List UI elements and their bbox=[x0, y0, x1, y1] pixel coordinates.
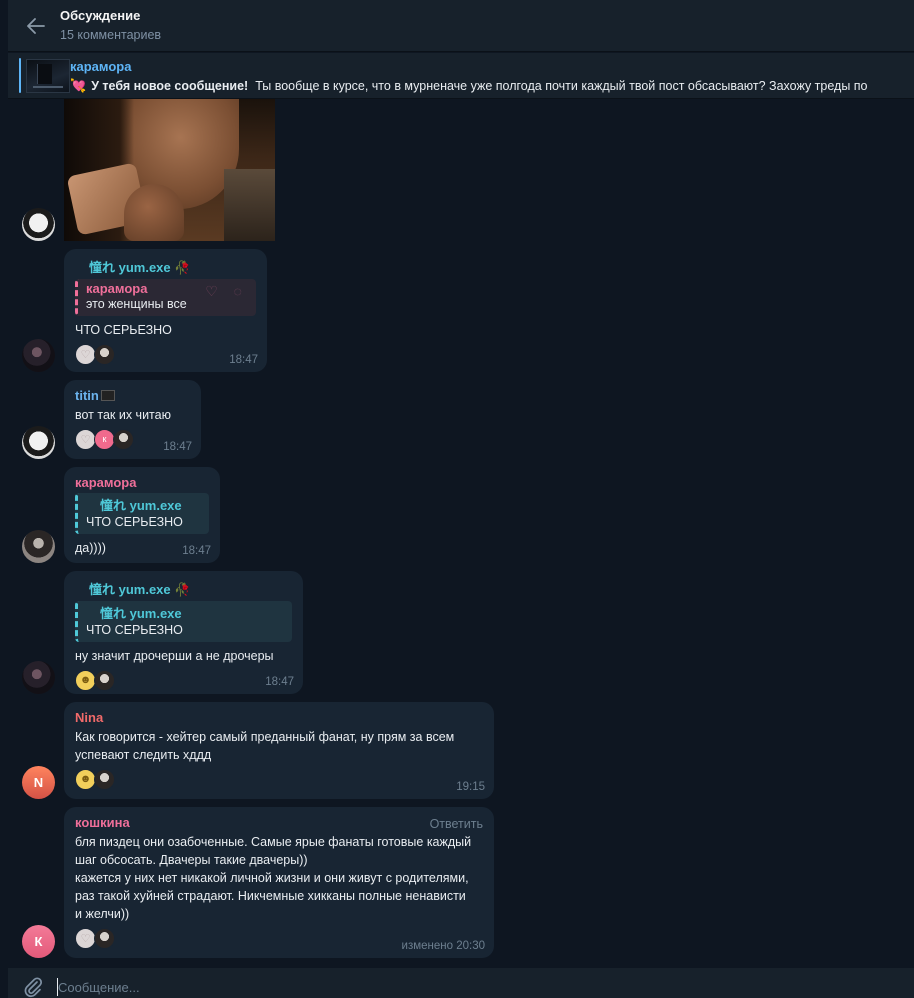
avatar[interactable] bbox=[22, 339, 55, 372]
reply-button[interactable]: Ответить bbox=[430, 817, 483, 831]
avatar[interactable] bbox=[22, 426, 55, 459]
reply-quote[interactable]: карамора это женщины все ♡ ◌ bbox=[75, 279, 256, 316]
quote-author: 憧れ yum.exe bbox=[100, 606, 182, 621]
timestamp: изменено 20:30 bbox=[401, 940, 485, 952]
reactions: ☻ bbox=[75, 768, 483, 790]
avatar[interactable]: N bbox=[22, 766, 55, 799]
message-composer bbox=[8, 968, 914, 998]
sender-name[interactable]: 憧れ yum.exe 🥀 bbox=[75, 579, 292, 598]
back-button[interactable] bbox=[22, 12, 50, 40]
pinned-author: карамора bbox=[70, 59, 132, 74]
heart-reaction-icon[interactable]: ♡ bbox=[75, 927, 96, 949]
avatar[interactable] bbox=[22, 530, 55, 563]
reply-quote[interactable]: 憧れ yum.exe ЧТО СЕРЬЕЗНО bbox=[75, 493, 209, 534]
heart-reaction-icon[interactable]: ♡ bbox=[75, 428, 96, 450]
pinned-thumbnail bbox=[26, 59, 70, 93]
heart-icon: 💘 bbox=[70, 78, 87, 93]
timestamp: 19:15 bbox=[456, 781, 485, 793]
avatar[interactable]: К bbox=[22, 925, 55, 958]
sender-name[interactable]: кошкина bbox=[75, 815, 483, 830]
pinned-bold-text: У тебя новое сообщение! bbox=[91, 79, 249, 93]
avatar[interactable] bbox=[22, 208, 55, 241]
avatar-reaction-icon[interactable] bbox=[94, 768, 115, 790]
flag-icon bbox=[100, 390, 115, 401]
message-bubble: titin вот так их читаю ♡ к 18:47 bbox=[64, 380, 201, 459]
chat-header: Обсуждение 15 комментариев bbox=[8, 0, 914, 52]
pattern-decoration: ♡ ◌ bbox=[205, 283, 248, 299]
photo-message[interactable] bbox=[64, 99, 275, 241]
flower-icon: 🥀 bbox=[174, 260, 191, 275]
reply-quote[interactable]: 憧れ yum.exe ЧТО СЕРЬЕЗНО bbox=[75, 601, 292, 642]
flower-icon: 🥀 bbox=[174, 582, 191, 597]
page-title: Обсуждение bbox=[60, 8, 141, 23]
quote-author: 憧れ yum.exe bbox=[100, 498, 182, 513]
message-text: ну значит дрочерши а не дрочеры bbox=[75, 649, 274, 663]
avatar[interactable] bbox=[22, 661, 55, 694]
sender-name[interactable]: 憧れ yum.exe 🥀 bbox=[75, 257, 256, 276]
pinned-post[interactable]: карамора 💘 У тебя новое сообщение! Ты воо… bbox=[8, 53, 914, 99]
message-text: ЧТО СЕРЬЕЗНО bbox=[75, 323, 172, 337]
avatar-reaction-icon[interactable] bbox=[94, 669, 115, 691]
message-bubble: 憧れ yum.exe 🥀 карамора это женщины все ♡ … bbox=[64, 249, 267, 372]
reactions: ☻ bbox=[75, 669, 292, 691]
quote-text: ЧТО СЕРЬЕЗНО bbox=[86, 515, 183, 529]
message-text: вот так их читаю bbox=[75, 408, 171, 422]
theater-mask-reaction-icon[interactable]: ☻ bbox=[75, 669, 96, 691]
message-bubble: кошкина Ответить бля пиздец они озабочен… bbox=[64, 807, 494, 958]
message-input[interactable] bbox=[58, 976, 898, 998]
message-text: Как говорится - хейтер самый преданный ф… bbox=[75, 730, 455, 762]
pinned-preview: 💘 У тебя новое сообщение! Ты вообще в кур… bbox=[70, 78, 868, 94]
pinned-body-text: Ты вообще в курсе, что в мурненаче уже п… bbox=[255, 79, 868, 93]
avatar-reaction-icon[interactable] bbox=[94, 927, 115, 949]
attach-button[interactable] bbox=[22, 976, 44, 998]
sender-name[interactable]: Nina bbox=[75, 710, 483, 725]
heart-reaction-icon[interactable]: ♡ bbox=[75, 343, 96, 365]
timestamp: 18:47 bbox=[229, 354, 258, 366]
theater-mask-reaction-icon[interactable]: ☻ bbox=[75, 768, 96, 790]
sender-name[interactable]: карамора bbox=[75, 475, 209, 490]
quote-text: ЧТО СЕРЬЕЗНО bbox=[86, 623, 183, 637]
paperclip-icon bbox=[24, 977, 43, 998]
timestamp: 18:47 bbox=[182, 545, 211, 557]
timestamp: 18:47 bbox=[265, 676, 294, 688]
message-text: бля пиздец они озабоченные. Самые ярые ф… bbox=[75, 835, 472, 921]
message-bubble: 憧れ yum.exe 🥀 憧れ yum.exe ЧТО СЕРЬЕЗНО ну … bbox=[64, 571, 303, 694]
pinned-accent-bar bbox=[19, 58, 21, 93]
message-bubble: Nina Как говорится - хейтер самый предан… bbox=[64, 702, 494, 799]
timestamp: 18:47 bbox=[163, 441, 192, 453]
letter-reaction-icon[interactable]: к bbox=[94, 428, 115, 450]
message-bubble: карамора 憧れ yum.exe ЧТО СЕРЬЕЗНО да)))) … bbox=[64, 467, 220, 563]
sender-name[interactable]: titin bbox=[75, 388, 190, 403]
arrow-left-icon bbox=[27, 18, 45, 34]
avatar-reaction-icon[interactable] bbox=[113, 428, 134, 450]
avatar-reaction-icon[interactable] bbox=[94, 343, 115, 365]
comment-count: 15 комментариев bbox=[60, 28, 162, 42]
